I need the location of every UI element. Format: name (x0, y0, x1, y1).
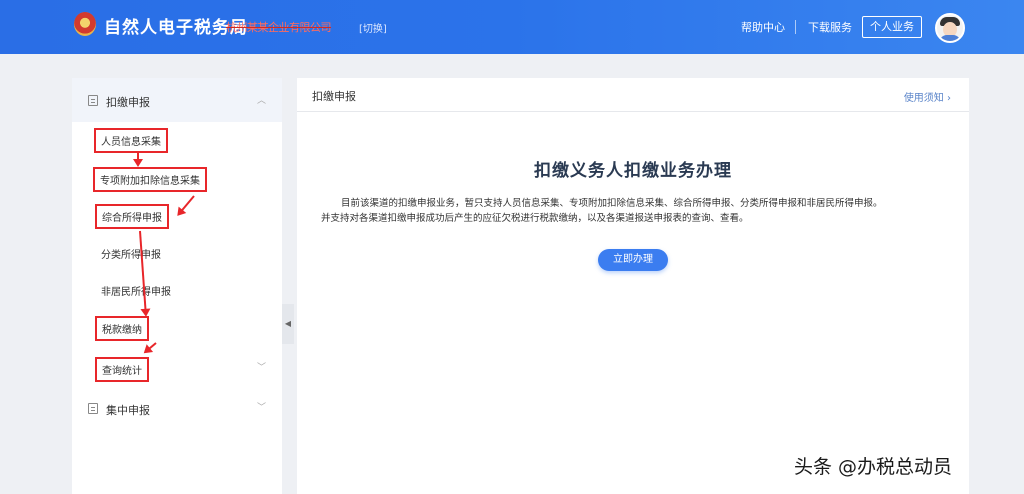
sidebar-item-nonresident-income[interactable]: 非居民所得申报 (101, 283, 171, 298)
content-description: 目前该渠道的扣缴申报业务，暂只支持人员信息采集、专项附加扣除信息采集、综合所得申… (321, 196, 951, 226)
download-service-link[interactable]: 下载服务 (808, 19, 852, 35)
sidebar-collapse-toggle[interactable]: ◀ (282, 304, 294, 344)
main-panel: 扣缴申报 使用须知 › 扣缴义务人扣缴业务办理 目前该渠道的扣缴申报业务，暂只支… (297, 78, 969, 494)
sidebar-item-query-stats[interactable]: 查询统计 (95, 357, 149, 382)
personal-business-button[interactable]: 个人业务 (862, 16, 922, 38)
annotation-arrow (144, 342, 157, 353)
chevron-right-icon: › (947, 93, 951, 104)
description-line-2: 并支持对各渠道扣缴申报成功后产生的应征欠税进行税款缴纳，以及各渠道报送申报表的查… (321, 213, 749, 224)
help-center-link[interactable]: 帮助中心 (741, 19, 785, 35)
annotation-arrow (137, 151, 139, 165)
description-line-1: 目前该渠道的扣缴申报业务，暂只支持人员信息采集、专项附加扣除信息采集、综合所得申… (341, 198, 883, 209)
sidebar: 扣缴申报 ︿ 人员信息采集 专项附加扣除信息采集 综合所得申报 分类所得申报 非… (72, 78, 282, 494)
page-title: 扣缴申报 (312, 90, 356, 103)
process-now-button[interactable]: 立即办理 (598, 249, 668, 271)
sidebar-item-special-deduction[interactable]: 专项附加扣除信息采集 (93, 167, 207, 192)
chevron-down-icon: ﹀ (257, 403, 267, 413)
tax-emblem-icon (74, 12, 96, 36)
list-icon (88, 403, 98, 414)
top-bar: 自然人电子税务局 杭州某某企业有限公司 [切换] 帮助中心 下载服务 个人业务 (0, 0, 1024, 54)
sidebar-item-classified-income[interactable]: 分类所得申报 (101, 246, 161, 261)
org-name: 杭州某某企业有限公司 (226, 21, 332, 34)
sidebar-item-personnel-info[interactable]: 人员信息采集 (94, 128, 168, 153)
usage-notice-link[interactable]: 使用须知 › (904, 89, 951, 104)
watermark: 头条 @办税总动员 (794, 456, 953, 478)
sidebar-item-comprehensive-income[interactable]: 综合所得申报 (95, 204, 169, 229)
content-heading: 扣缴义务人扣缴业务办理 (534, 161, 732, 181)
switch-org-link[interactable]: [切换] (359, 20, 387, 35)
header-divider (795, 20, 796, 34)
sidebar-item-tax-payment[interactable]: 税款缴纳 (95, 316, 149, 341)
document-icon (88, 95, 98, 106)
sidebar-section-centralized[interactable]: 集中申报 ﹀ (72, 394, 282, 424)
sidebar-section-title: 扣缴申报 (106, 96, 150, 109)
chevron-up-icon: ︿ (257, 96, 267, 106)
user-avatar[interactable] (935, 13, 965, 43)
annotation-arrow (177, 195, 195, 216)
sidebar-section-title-2: 集中申报 (106, 404, 150, 417)
chevron-down-icon: ﹀ (257, 363, 267, 373)
annotation-arrow (139, 230, 147, 315)
sidebar-section-withholding[interactable]: 扣缴申报 ︿ (72, 78, 282, 122)
main-header: 扣缴申报 使用须知 › (297, 78, 969, 112)
